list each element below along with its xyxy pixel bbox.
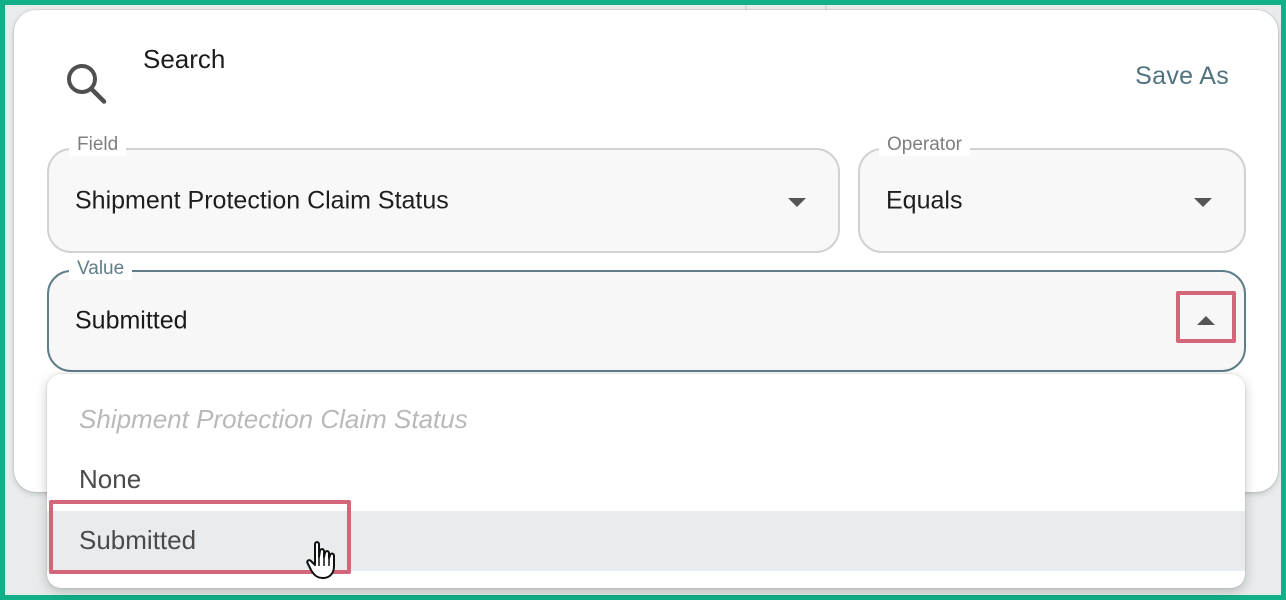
field-select[interactable]: Field Shipment Protection Claim Status xyxy=(47,134,840,253)
field-label: Field xyxy=(69,134,127,156)
search-title: Search xyxy=(143,44,226,74)
highlight-box xyxy=(1176,291,1236,343)
dropdown-placeholder: Shipment Protection Claim Status xyxy=(79,404,468,434)
dropdown-option-none[interactable]: None xyxy=(47,464,1245,495)
save-as-button[interactable]: Save As xyxy=(1135,62,1229,91)
value-select[interactable]: Value Submitted xyxy=(47,258,1246,372)
operator-label: Operator xyxy=(879,134,970,156)
search-icon xyxy=(67,64,107,104)
chevron-down-icon[interactable] xyxy=(788,198,806,207)
value-value: Submitted xyxy=(75,306,188,335)
hand-pointer-icon xyxy=(306,541,335,579)
field-value: Shipment Protection Claim Status xyxy=(75,186,449,214)
operator-select[interactable]: Operator Equals xyxy=(858,134,1246,253)
operator-value: Equals xyxy=(886,186,963,214)
value-label: Value xyxy=(69,258,133,280)
chevron-down-icon[interactable] xyxy=(1194,198,1212,207)
